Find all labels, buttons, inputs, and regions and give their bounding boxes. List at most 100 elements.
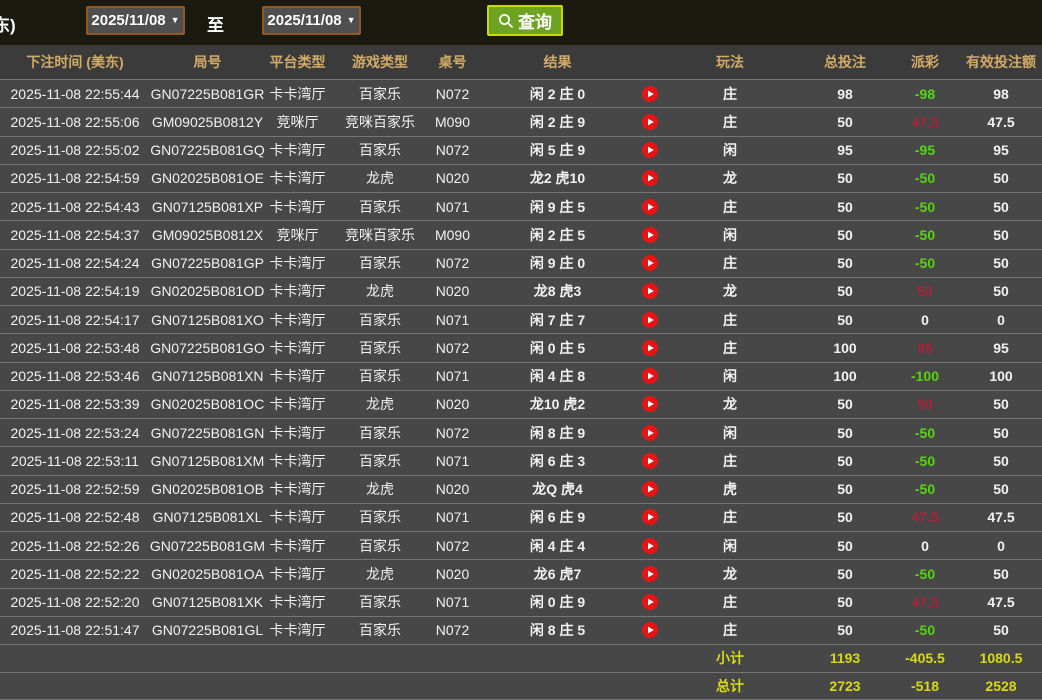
table-no-cell: N020: [435, 481, 470, 498]
col-payout: 派彩: [911, 54, 939, 70]
valid-bet-cell: 50: [993, 481, 1009, 498]
game-id-cell: GN07125B081XM: [150, 452, 265, 469]
game-id-cell: GN07225B081GN: [150, 424, 265, 441]
total-bet-cell: 50: [837, 170, 853, 187]
play-cell: [640, 226, 660, 243]
payout-cell: -50: [914, 622, 936, 639]
subtotal-total-bet: 1193: [829, 650, 861, 667]
payout-cell: 0: [921, 311, 929, 328]
date-to-select[interactable]: 2025/11/08 ▼: [262, 6, 361, 35]
table-no-cell: N072: [435, 85, 470, 102]
bet-time-cell: 2025-11-08 22:54:19: [10, 283, 140, 300]
chevron-down-icon: ▼: [346, 15, 356, 25]
play-icon[interactable]: [642, 142, 658, 159]
platform-cell: 卡卡湾厅: [269, 339, 326, 356]
play-icon[interactable]: [642, 170, 658, 187]
bet-time-cell: 2025-11-08 22:53:46: [10, 368, 140, 385]
result-cell: 龙Q 虎4: [532, 481, 583, 498]
total-bet-cell: 50: [837, 509, 853, 526]
play-icon[interactable]: [642, 339, 658, 356]
valid-bet-cell: 47.5: [987, 113, 1015, 130]
bet-time-cell: 2025-11-08 22:53:24: [10, 424, 140, 441]
grand-total-label: 总计: [716, 677, 744, 694]
bet-type-cell: 庄: [723, 85, 737, 102]
table-row: 2025-11-08 22:54:37 GM09025B0812X 竞咪厅 竞咪百家乐…: [0, 221, 1042, 250]
platform-cell: 卡卡湾厅: [269, 396, 326, 413]
bet-time-cell: 2025-11-08 22:55:06: [10, 113, 140, 130]
table-no-cell: N072: [435, 339, 470, 356]
play-icon[interactable]: [642, 509, 658, 526]
valid-bet-cell: 50: [993, 396, 1009, 413]
result-cell: 闲 4 庄 4: [529, 537, 586, 554]
total-bet-cell: 95: [837, 142, 853, 159]
date-from-select[interactable]: 2025/11/08 ▼: [86, 6, 185, 35]
valid-bet-cell: 95: [993, 142, 1009, 159]
bet-type-cell: 庄: [723, 339, 737, 356]
play-icon[interactable]: [642, 198, 658, 215]
payout-cell: 50: [917, 396, 933, 413]
table-row: 2025-11-08 22:52:59 GN02025B081OB 卡卡湾厅 龙虎 N0…: [0, 475, 1042, 504]
game-type-cell: 龙虎: [366, 565, 394, 582]
bet-time-cell: 2025-11-08 22:52:20: [10, 594, 140, 611]
query-button[interactable]: 查询: [487, 5, 563, 36]
play-icon[interactable]: [642, 565, 658, 582]
table-row: 2025-11-08 22:53:11 GN07125B081XM 卡卡湾厅 百家乐 N…: [0, 447, 1042, 476]
play-cell: [640, 368, 660, 385]
game-id-cell: GN02025B081OB: [151, 481, 264, 498]
play-cell: [640, 396, 660, 413]
bet-type-cell: 庄: [723, 452, 737, 469]
valid-bet-cell: 50: [993, 424, 1009, 441]
play-icon[interactable]: [642, 537, 658, 554]
play-icon[interactable]: [642, 424, 658, 441]
play-icon[interactable]: [642, 594, 658, 611]
play-icon[interactable]: [642, 283, 658, 300]
game-type-cell: 龙虎: [366, 396, 394, 413]
result-cell: 闲 2 庄 5: [529, 226, 586, 243]
payout-cell: 47.5: [911, 594, 939, 611]
result-cell: 闲 2 庄 0: [529, 85, 586, 102]
total-bet-cell: 50: [837, 311, 853, 328]
game-id-cell: GM09025B0812Y: [151, 113, 264, 130]
play-cell: [640, 565, 660, 582]
play-icon[interactable]: [642, 255, 658, 272]
table-no-cell: N072: [435, 537, 470, 554]
table-no-cell: N071: [435, 594, 470, 611]
play-icon[interactable]: [642, 311, 658, 328]
bet-time-cell: 2025-11-08 22:55:44: [10, 85, 140, 102]
table-row: 2025-11-08 22:55:44 GN07225B081GR 卡卡湾厅 百家乐 N…: [0, 80, 1042, 109]
game-type-cell: 百家乐: [359, 311, 401, 328]
bet-time-cell: 2025-11-08 22:54:43: [10, 198, 140, 215]
play-icon[interactable]: [642, 481, 658, 498]
valid-bet-cell: 50: [993, 622, 1009, 639]
result-cell: 龙6 虎7: [533, 565, 582, 582]
payout-cell: 95: [917, 339, 933, 356]
col-platform: 平台类型: [269, 54, 326, 70]
bet-type-cell: 龙: [723, 170, 737, 187]
result-cell: 龙8 虎3: [533, 283, 582, 300]
result-cell: 龙10 虎2: [529, 396, 586, 413]
play-icon[interactable]: [642, 113, 658, 130]
subtotal-payout: -405.5: [905, 650, 945, 667]
bet-time-cell: 2025-11-08 22:53:11: [11, 452, 139, 469]
play-icon[interactable]: [642, 396, 658, 413]
bet-type-cell: 庄: [723, 198, 737, 215]
result-cell: 闲 4 庄 8: [529, 368, 586, 385]
valid-bet-cell: 50: [993, 255, 1009, 272]
game-id-cell: GN02025B081OA: [151, 565, 264, 582]
game-type-cell: 竞咪百家乐: [345, 226, 415, 243]
play-icon[interactable]: [642, 226, 658, 243]
play-icon[interactable]: [642, 368, 658, 385]
play-icon[interactable]: [642, 622, 658, 639]
play-icon[interactable]: [642, 452, 658, 469]
platform-cell: 卡卡湾厅: [269, 537, 326, 554]
game-type-cell: 龙虎: [366, 481, 394, 498]
bet-type-cell: 闲: [723, 424, 737, 441]
table-no-cell: N072: [435, 142, 470, 159]
bet-type-cell: 闲: [723, 142, 737, 159]
game-type-cell: 百家乐: [359, 622, 401, 639]
bet-type-cell: 庄: [723, 255, 737, 272]
play-icon[interactable]: [642, 85, 658, 102]
bet-type-cell: 闲: [723, 537, 737, 554]
valid-bet-cell: 50: [993, 565, 1009, 582]
chevron-down-icon: ▼: [170, 15, 180, 25]
